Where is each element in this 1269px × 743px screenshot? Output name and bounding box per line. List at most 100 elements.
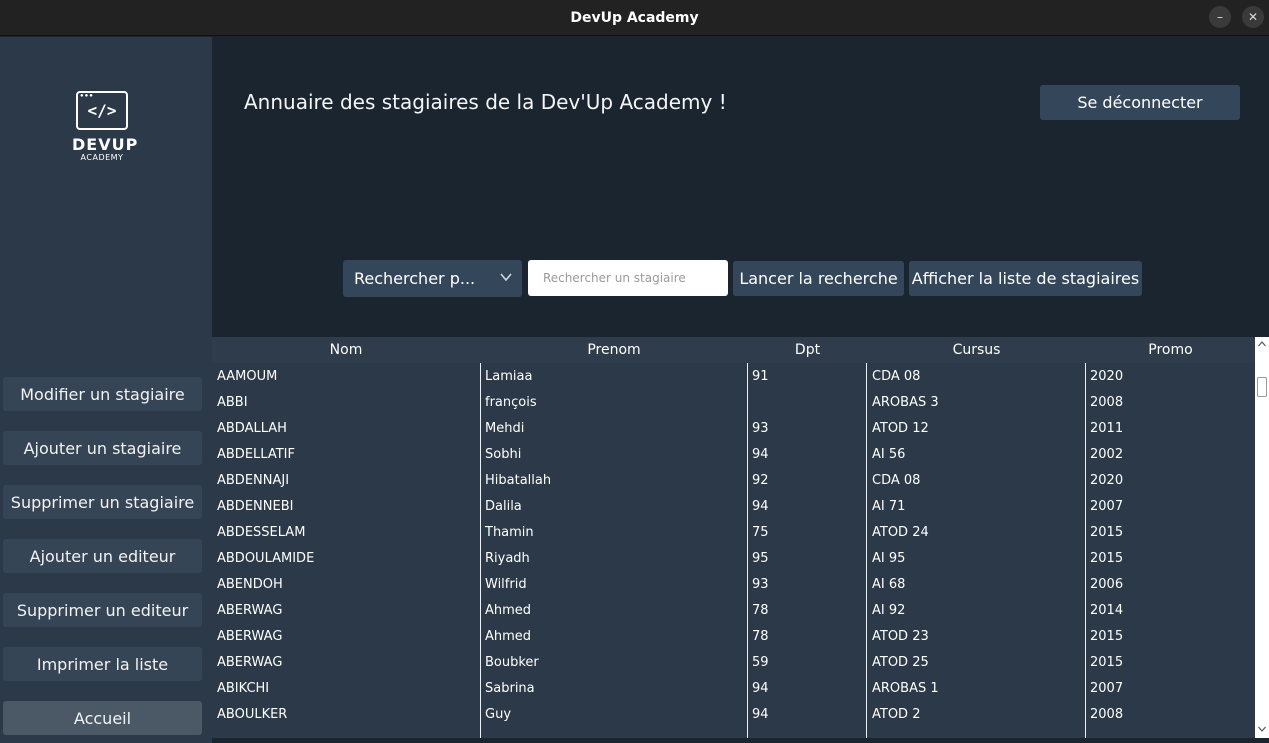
cell-dpt: 78 — [752, 629, 769, 644]
table-row[interactable]: ABERWAG Ahmed 78 ATOD 23 2015 — [212, 625, 1255, 651]
cell-cursus: AROBAS 3 — [872, 395, 939, 410]
add-editor-button[interactable]: Ajouter un editeur — [3, 539, 202, 573]
cell-prenom: Sabrina — [485, 681, 535, 696]
table-row[interactable]: ABOULKER Guy 94 ATOD 2 2008 — [212, 703, 1255, 729]
launch-search-button[interactable]: Lancer la recherche — [733, 261, 904, 296]
cell-promo: 2014 — [1090, 603, 1124, 618]
scrollbar-thumb[interactable] — [1257, 377, 1267, 397]
search-criteria-select[interactable]: Rechercher p... — [343, 260, 522, 297]
cell-promo: 2015 — [1090, 525, 1124, 540]
cell-prenom: françois — [485, 395, 537, 410]
table-row[interactable]: ABDESSELAM Thamin 75 ATOD 24 2015 — [212, 521, 1255, 547]
cell-dpt: 75 — [752, 525, 769, 540]
cell-nom: ABDESSELAM — [217, 525, 306, 540]
cell-prenom: Sobhi — [485, 447, 522, 462]
cell-promo: 2008 — [1090, 395, 1124, 410]
cell-prenom: Mehdi — [485, 421, 525, 436]
delete-trainee-button[interactable]: Supprimer un stagiaire — [3, 485, 202, 519]
show-trainee-list-button[interactable]: Afficher la liste de stagiaires — [909, 261, 1142, 296]
scroll-down-icon[interactable] — [1258, 726, 1266, 732]
cell-promo: 2015 — [1090, 655, 1124, 670]
cell-dpt: 92 — [752, 473, 769, 488]
cell-dpt: 94 — [752, 707, 769, 722]
cell-promo: 2015 — [1090, 551, 1124, 566]
table-row[interactable]: ABDALLAH Mehdi 93 ATOD 12 2011 — [212, 417, 1255, 443]
window-title: DevUp Academy — [570, 9, 699, 26]
cell-nom: ABDELLATIF — [217, 447, 295, 462]
table-header: Nom Prenom Dpt Cursus Promo — [212, 337, 1255, 363]
home-button[interactable]: Accueil — [3, 701, 202, 735]
cell-cursus: AI 71 — [872, 499, 906, 514]
column-header-cursus[interactable]: Cursus — [867, 342, 1086, 358]
cell-dpt: 94 — [752, 681, 769, 696]
cell-prenom: Lamiaa — [485, 369, 533, 384]
cell-nom: ABDENNEBI — [217, 499, 294, 514]
cell-dpt: 91 — [752, 369, 769, 384]
cell-cursus: AROBAS 1 — [872, 681, 939, 696]
table-row[interactable]: ABERWAG Ahmed 78 AI 92 2014 — [212, 599, 1255, 625]
cell-nom: ABERWAG — [217, 655, 283, 670]
table-row[interactable]: ABDENNEBI Dalila 94 AI 71 2007 — [212, 495, 1255, 521]
add-trainee-button[interactable]: Ajouter un stagiaire — [3, 431, 202, 465]
cell-dpt: 59 — [752, 655, 769, 670]
column-header-nom[interactable]: Nom — [212, 342, 480, 358]
logo-code-glyph: </> — [87, 101, 117, 120]
table-row[interactable]: AAMOUM Lamiaa 91 CDA 08 2020 — [212, 365, 1255, 391]
cell-dpt: 95 — [752, 551, 769, 566]
cell-cursus: AI 95 — [872, 551, 906, 566]
cell-cursus: ATOD 24 — [872, 525, 929, 540]
logo-subtitle: ACADEMY — [80, 153, 124, 162]
cell-prenom: Thamin — [485, 525, 534, 540]
edit-trainee-button[interactable]: Modifier un stagiaire — [3, 377, 202, 411]
scroll-up-icon[interactable] — [1258, 341, 1266, 347]
minimize-icon[interactable]: – — [1209, 6, 1231, 28]
cell-cursus: ATOD 2 — [872, 707, 921, 722]
delete-editor-button[interactable]: Supprimer un editeur — [3, 593, 202, 627]
table-row[interactable]: ABDOULAMIDE Riyadh 95 AI 95 2015 — [212, 547, 1255, 573]
cell-promo: 2007 — [1090, 681, 1124, 696]
logout-button[interactable]: Se déconnecter — [1040, 85, 1240, 120]
column-header-promo[interactable]: Promo — [1086, 342, 1255, 358]
table-row[interactable]: ABDELLATIF Sobhi 94 AI 56 2002 — [212, 443, 1255, 469]
table-row[interactable]: ABENDOH Wilfrid 93 AI 68 2006 — [212, 573, 1255, 599]
cell-nom: ABDOULAMIDE — [217, 551, 315, 566]
table-scrollbar[interactable] — [1255, 337, 1269, 738]
cell-cursus: CDA 08 — [872, 473, 921, 488]
cell-prenom: Ahmed — [485, 629, 532, 644]
trainee-table: Nom Prenom Dpt Cursus Promo AAMOUM Lamiaa… — [212, 337, 1255, 738]
cell-nom: ABDENNAJI — [217, 473, 290, 488]
cell-cursus: AI 56 — [872, 447, 906, 462]
cell-prenom: Guy — [485, 707, 512, 722]
cell-prenom: Dalila — [485, 499, 522, 514]
cell-nom: ABBI — [217, 395, 248, 410]
cell-nom: ABIKCHI — [217, 681, 270, 696]
column-header-prenom[interactable]: Prenom — [480, 342, 748, 358]
column-header-dpt[interactable]: Dpt — [748, 342, 867, 358]
devup-logo: ●●● </> DEVUP ACADEMY — [72, 91, 139, 171]
cell-prenom: Hibatallah — [485, 473, 552, 488]
cell-cursus: CDA 08 — [872, 369, 921, 384]
table-row[interactable]: ABIKCHI Sabrina 94 AROBAS 1 2007 — [212, 677, 1255, 703]
cell-cursus: AI 92 — [872, 603, 906, 618]
cell-prenom: Ahmed — [485, 603, 532, 618]
close-icon[interactable]: ✕ — [1242, 6, 1264, 28]
cell-promo: 2015 — [1090, 629, 1124, 644]
cell-dpt: 94 — [752, 499, 769, 514]
cell-prenom: Wilfrid — [485, 577, 527, 592]
cell-cursus: AI 68 — [872, 577, 906, 592]
table-row[interactable]: ABDENNAJI Hibatallah 92 CDA 08 2020 — [212, 469, 1255, 495]
logo-brand: DEVUP — [72, 135, 139, 154]
table-row[interactable]: ABBI françois AROBAS 3 2008 — [212, 391, 1255, 417]
cell-dpt: 78 — [752, 603, 769, 618]
print-list-button[interactable]: Imprimer la liste — [3, 647, 202, 681]
bottom-strip — [212, 738, 1269, 743]
cell-nom: ABERWAG — [217, 629, 283, 644]
window-titlebar: DevUp Academy – ✕ — [0, 0, 1269, 36]
cell-dpt: 94 — [752, 447, 769, 462]
cell-nom: ABOULKER — [217, 707, 288, 722]
search-input[interactable] — [528, 260, 728, 296]
cell-promo: 2020 — [1090, 369, 1124, 384]
cell-dpt: 93 — [752, 421, 769, 436]
table-row[interactable]: ABERWAG Boubker 59 ATOD 25 2015 — [212, 651, 1255, 677]
cell-nom: ABDALLAH — [217, 421, 287, 436]
